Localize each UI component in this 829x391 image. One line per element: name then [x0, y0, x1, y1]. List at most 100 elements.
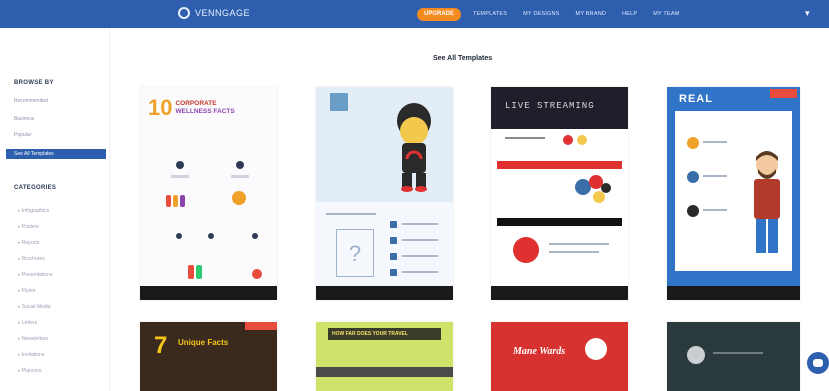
category-item[interactable]: Invitations [18, 352, 45, 358]
person-icon [176, 233, 182, 239]
card-heading-line1: CORPORATE [175, 100, 217, 107]
template-card-travel[interactable]: HOW FAR DOES YOUR TRAVEL [316, 322, 453, 391]
check-icon [390, 269, 397, 276]
badge-icon [770, 89, 797, 98]
card-title: Unique Facts [178, 338, 229, 347]
text-line [703, 175, 727, 177]
check-icon [390, 221, 397, 228]
brand[interactable]: VENNGAGE [178, 7, 250, 19]
bubble-icon [593, 191, 605, 203]
nav-help[interactable]: HELP [622, 11, 637, 17]
chart-icon [232, 191, 246, 205]
browse-heading: BROWSE BY [14, 80, 54, 86]
figure-icon [180, 195, 185, 207]
card-title: Mane Wards [513, 346, 566, 357]
category-item[interactable]: Presentations [18, 272, 53, 278]
avatar [585, 338, 607, 360]
nav-my-designs[interactable]: MY DESIGNS [523, 11, 559, 17]
template-card-checklist[interactable]: ? [316, 87, 453, 300]
avatar [687, 346, 705, 364]
stat-line [231, 175, 249, 178]
card-heading: 10 CORPORATE WELLNESS FACTS [148, 97, 235, 119]
card-number: 7 [154, 332, 168, 359]
nav-my-team[interactable]: MY TEAM [653, 11, 679, 17]
template-card-dark[interactable] [667, 322, 800, 391]
category-item[interactable]: Infographics [18, 208, 49, 214]
nav-templates[interactable]: TEMPLATES [473, 11, 507, 17]
category-item[interactable]: Newsletters [18, 336, 48, 342]
text-line [402, 271, 438, 273]
brand-logo-icon [178, 7, 190, 19]
mascot-illustration [397, 103, 431, 192]
category-item[interactable]: Reports [18, 240, 40, 246]
upgrade-button[interactable]: UPGRADE [417, 8, 461, 21]
card-title: HOW FAR DOES YOUR TRAVEL [332, 331, 408, 337]
card-footer [667, 286, 800, 300]
black-banner [497, 218, 622, 226]
person-icon [236, 161, 244, 169]
sidebar-item-all-templates[interactable]: See All Templates [6, 149, 106, 159]
stream-icon [563, 135, 573, 145]
chat-bubble-icon[interactable] [807, 352, 829, 374]
nav-my-brand[interactable]: MY BRAND [576, 11, 607, 17]
bubble-icon [601, 183, 611, 193]
figure-icon [196, 265, 202, 279]
card-title: LIVE STREAMING [505, 101, 595, 111]
badge-icon [245, 322, 277, 330]
text-line [549, 243, 609, 245]
card-bottom-bar [316, 367, 453, 377]
template-card-real-estate[interactable]: REAL [667, 87, 800, 300]
text-line [402, 239, 438, 241]
categories-heading: CATEGORIES [14, 185, 57, 191]
card-title: REAL [679, 93, 713, 105]
category-item[interactable]: Letters [18, 320, 37, 326]
card-footer [140, 286, 277, 300]
category-item[interactable]: Social Media [18, 304, 51, 310]
account-chevron-icon[interactable]: ▾ [805, 8, 810, 19]
check-icon [390, 253, 397, 260]
stream-icon [577, 135, 587, 145]
sidebar-item-recommended[interactable]: Recommended [14, 98, 48, 104]
category-item[interactable]: Posters [18, 224, 39, 230]
card-number: 10 [148, 95, 173, 120]
coin-icon [687, 171, 699, 183]
top-nav-bar: VENNGAGE UPGRADE TEMPLATES MY DESIGNS MY… [0, 0, 829, 28]
text-line [549, 251, 599, 253]
brand-name: VENNGAGE [195, 8, 251, 18]
text-line [402, 223, 438, 225]
category-item[interactable]: Planners [18, 368, 42, 374]
category-item[interactable]: Brochures [18, 256, 45, 262]
card-heading-text: CORPORATE WELLNESS FACTS [175, 100, 234, 116]
text-line [703, 209, 727, 211]
person-icon [176, 161, 184, 169]
card-footer [316, 286, 453, 300]
sidebar-item-business[interactable]: Business [14, 116, 34, 122]
page-title: See All Templates [433, 55, 493, 62]
figure-icon [188, 265, 194, 279]
figure-icon [166, 195, 171, 207]
media-circle-icon [513, 237, 539, 263]
template-card-corporate-wellness[interactable]: 10 CORPORATE WELLNESS FACTS [140, 87, 277, 300]
card-footer [491, 286, 628, 300]
stat-line [171, 175, 189, 178]
coin-icon [687, 205, 699, 217]
page: VENNGAGE UPGRADE TEMPLATES MY DESIGNS MY… [0, 0, 829, 391]
text-line [713, 352, 763, 354]
category-item[interactable]: Flyers [18, 288, 36, 294]
template-card-mane-wards[interactable]: Mane Wards [491, 322, 628, 391]
red-banner [497, 161, 622, 169]
nav-links: TEMPLATES MY DESIGNS MY BRAND HELP MY TE… [473, 0, 680, 28]
check-icon [390, 237, 397, 244]
text-line [402, 255, 438, 257]
coin-icon [687, 137, 699, 149]
character-illustration [754, 151, 780, 253]
sidebar: BROWSE BY Recommended Business Popular S… [0, 28, 110, 391]
logo-square-icon [330, 93, 348, 111]
sidebar-item-popular[interactable]: Popular [14, 132, 31, 138]
template-card-unique-facts[interactable]: 7 Unique Facts [140, 322, 277, 391]
card-heading-line2: WELLNESS FACTS [175, 108, 235, 115]
person-icon [252, 233, 258, 239]
figure-icon [252, 269, 262, 279]
template-card-live-streaming[interactable]: LIVE STREAMING [491, 87, 628, 300]
figure-icon [173, 195, 178, 207]
